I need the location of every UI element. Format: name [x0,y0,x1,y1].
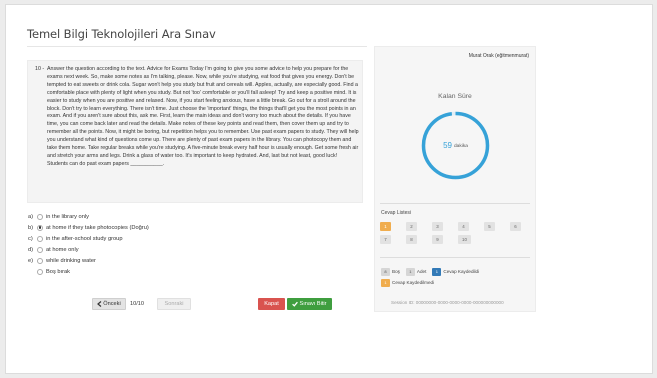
timer-title: Kalan Süre [438,93,472,100]
option-text: in the after-school study group [46,235,123,242]
option-a[interactable]: a) in the library only [28,211,149,222]
option-c[interactable]: c) in the after-school study group [28,233,149,244]
answer-cell-3[interactable]: 3 [432,222,443,231]
page-title: Temel Bilgi Teknolojileri Ara Sınav [27,27,216,41]
sidebar-divider [380,257,530,258]
option-text: at home only [46,246,79,253]
legend-empty-swatch: 8 [381,267,390,276]
sidebar-divider [380,203,530,204]
radio-button[interactable] [37,257,43,264]
option-text: Boş bırak [46,268,71,275]
radio-button-selected[interactable] [37,224,43,231]
exam-card: Temel Bilgi Teknolojileri Ara Sınav 10 -… [5,4,653,374]
answer-cell-10[interactable]: 10 [458,235,471,244]
answer-grid: 1 2 3 4 5 6 7 8 9 10 [380,222,536,244]
option-b[interactable]: b) at home if they take photocopies (Doğ… [28,222,149,233]
option-letter: d) [28,246,34,253]
close-label: Kapat [264,301,279,307]
title-divider [27,46,367,47]
option-text: while drinking water [46,257,96,264]
option-letter: a) [28,213,34,220]
answer-cell-1[interactable]: 1 [380,222,391,231]
question-box: 10 - Answer the question according to th… [27,60,363,203]
question-text: Answer the question according to the tex… [47,66,359,167]
answer-cell-7[interactable]: 7 [380,235,391,244]
answer-cell-4[interactable]: 4 [458,222,469,231]
option-leave-blank[interactable]: Boş bırak [28,266,149,277]
legend-unsaved-swatch: 1 [381,278,390,287]
legend-count-swatch: 1 [405,267,415,276]
legend-saved-swatch: 1 [432,267,442,276]
answer-options: a) in the library only b) at home if the… [28,211,149,277]
option-letter: e) [28,257,34,264]
radio-button[interactable] [37,235,43,242]
answer-list-title: Cevap Listesi [381,210,412,216]
answer-cell-8[interactable]: 8 [406,235,417,244]
radio-button[interactable] [37,268,43,275]
option-text: at home if they take photocopies (Doğru) [46,224,149,231]
previous-button[interactable]: Önceki [92,298,126,310]
session-id: Session ID: 00000000-0000-0000-0000-0000… [391,300,504,305]
legend-saved-label: Cevap Kaydedildi [443,269,480,274]
option-text: in the library only [46,213,89,220]
option-letter: b) [28,224,34,231]
question-number: 10 - [35,66,45,72]
option-e[interactable]: e) while drinking water [28,255,149,266]
user-name: Murat Orak (eğitmenmurat) [468,53,529,59]
answer-cell-2[interactable]: 2 [406,222,417,231]
legend-count-label: Adet [416,269,427,274]
timer-value: 59 dakika [419,109,492,182]
next-button[interactable]: Sonraki [157,298,191,310]
legend-empty-label: Boş [392,269,400,274]
finish-exam-button[interactable]: Sınavı Bitir [287,298,332,310]
timer-unit: dakika [454,143,468,149]
finish-label: Sınavı Bitir [299,301,327,307]
timer-minutes: 59 [443,141,453,150]
exam-sidebar: Murat Orak (eğitmenmurat) Kalan Süre 59 … [374,46,536,312]
answer-cell-6[interactable]: 6 [510,222,521,231]
answer-legend: 8 Boş 1 Adet 1 Cevap Kaydedildi 1 Cevap … [381,266,479,288]
option-letter: c) [28,235,33,242]
answer-cell-9[interactable]: 9 [432,235,443,244]
previous-label: Önceki [103,301,121,307]
chevron-left-icon [97,301,102,307]
option-d[interactable]: d) at home only [28,244,149,255]
legend-unsaved-label: Cevap Kaydedilmedi [392,280,435,285]
answer-cell-5[interactable]: 5 [484,222,495,231]
close-button[interactable]: Kapat [258,298,285,310]
page-indicator: 10/10 [130,301,144,307]
radio-button[interactable] [37,213,43,220]
next-label: Sonraki [164,301,184,307]
check-icon [292,301,299,307]
radio-button[interactable] [37,246,43,253]
